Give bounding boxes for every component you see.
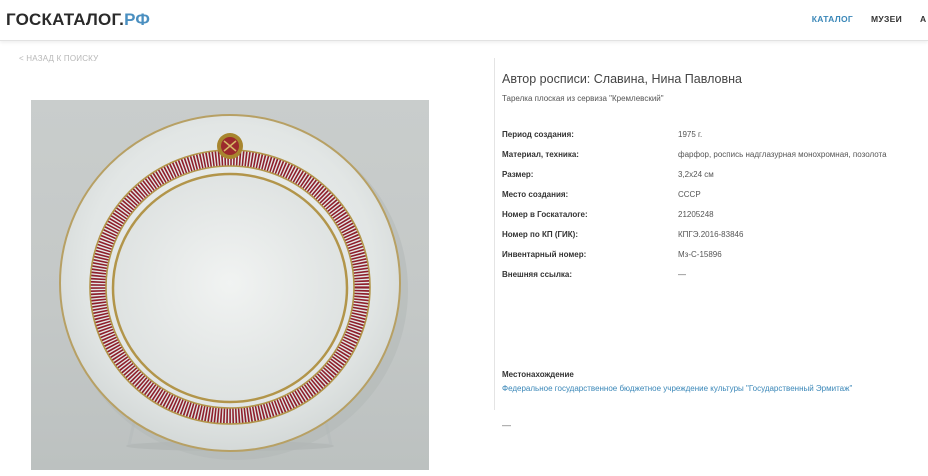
property-label: Период создания: <box>502 130 574 139</box>
site-header: ГОСКАТАЛОГ.РФ КАТАЛОГ МУЗЕИ А <box>0 0 928 41</box>
property-value: 3,2x24 см <box>678 170 714 179</box>
property-row: Внешняя ссылка: — <box>502 270 928 290</box>
main-nav: КАТАЛОГ МУЗЕИ А <box>812 14 928 24</box>
site-logo[interactable]: ГОСКАТАЛОГ.РФ <box>6 10 150 30</box>
nav-item-catalog[interactable]: КАТАЛОГ <box>812 14 853 24</box>
property-row: Материал, техника: фарфор, роспись надгл… <box>502 150 928 170</box>
property-value: СССР <box>678 190 701 199</box>
nav-item-museums[interactable]: МУЗЕИ <box>871 14 902 24</box>
trailing-dash: — <box>502 420 511 430</box>
property-row: Номер по КП (ГИК): КПГЭ.2016-83846 <box>502 230 928 250</box>
property-row: Размер: 3,2x24 см <box>502 170 928 190</box>
column-divider <box>494 58 495 410</box>
location-heading: Местонахождение <box>502 370 574 379</box>
plate-image <box>59 114 408 460</box>
item-details: Автор росписи: Славина, Нина Павловна Та… <box>502 72 928 430</box>
logo-main-text: ГОСКАТАЛОГ. <box>6 10 125 29</box>
property-value: фарфор, роспись надглазурная монохромная… <box>678 150 887 159</box>
property-value: Мз-С-15896 <box>678 250 722 259</box>
property-label: Место создания: <box>502 190 569 199</box>
property-label: Внешняя ссылка: <box>502 270 573 279</box>
property-label: Инвентарный номер: <box>502 250 587 259</box>
property-row: Номер в Госкаталоге: 21205248 <box>502 210 928 230</box>
property-row: Период создания: 1975 г. <box>502 130 928 150</box>
property-label: Номер в Госкаталоге: <box>502 210 588 219</box>
property-value: 1975 г. <box>678 130 703 139</box>
property-value: — <box>678 270 686 279</box>
back-to-search-link[interactable]: < НАЗАД К ПОИСКУ <box>19 54 98 63</box>
property-value: 21205248 <box>678 210 714 219</box>
location-link[interactable]: Федеральное государственное бюджетное уч… <box>502 384 852 393</box>
item-subtitle: Тарелка плоская из сервиза "Кремлевский" <box>502 94 664 103</box>
property-row: Инвентарный номер: Мз-С-15896 <box>502 250 928 270</box>
property-label: Размер: <box>502 170 534 179</box>
logo-suffix-text: РФ <box>124 10 151 29</box>
property-value: КПГЭ.2016-83846 <box>678 230 744 239</box>
nav-item-truncated[interactable]: А <box>920 14 928 24</box>
property-label: Материал, техника: <box>502 150 579 159</box>
properties-list: Период создания: 1975 г. Материал, техни… <box>502 130 928 430</box>
property-row: Место создания: СССР <box>502 190 928 210</box>
item-photo <box>31 100 429 470</box>
item-title: Автор росписи: Славина, Нина Павловна <box>502 72 742 86</box>
property-label: Номер по КП (ГИК): <box>502 230 578 239</box>
